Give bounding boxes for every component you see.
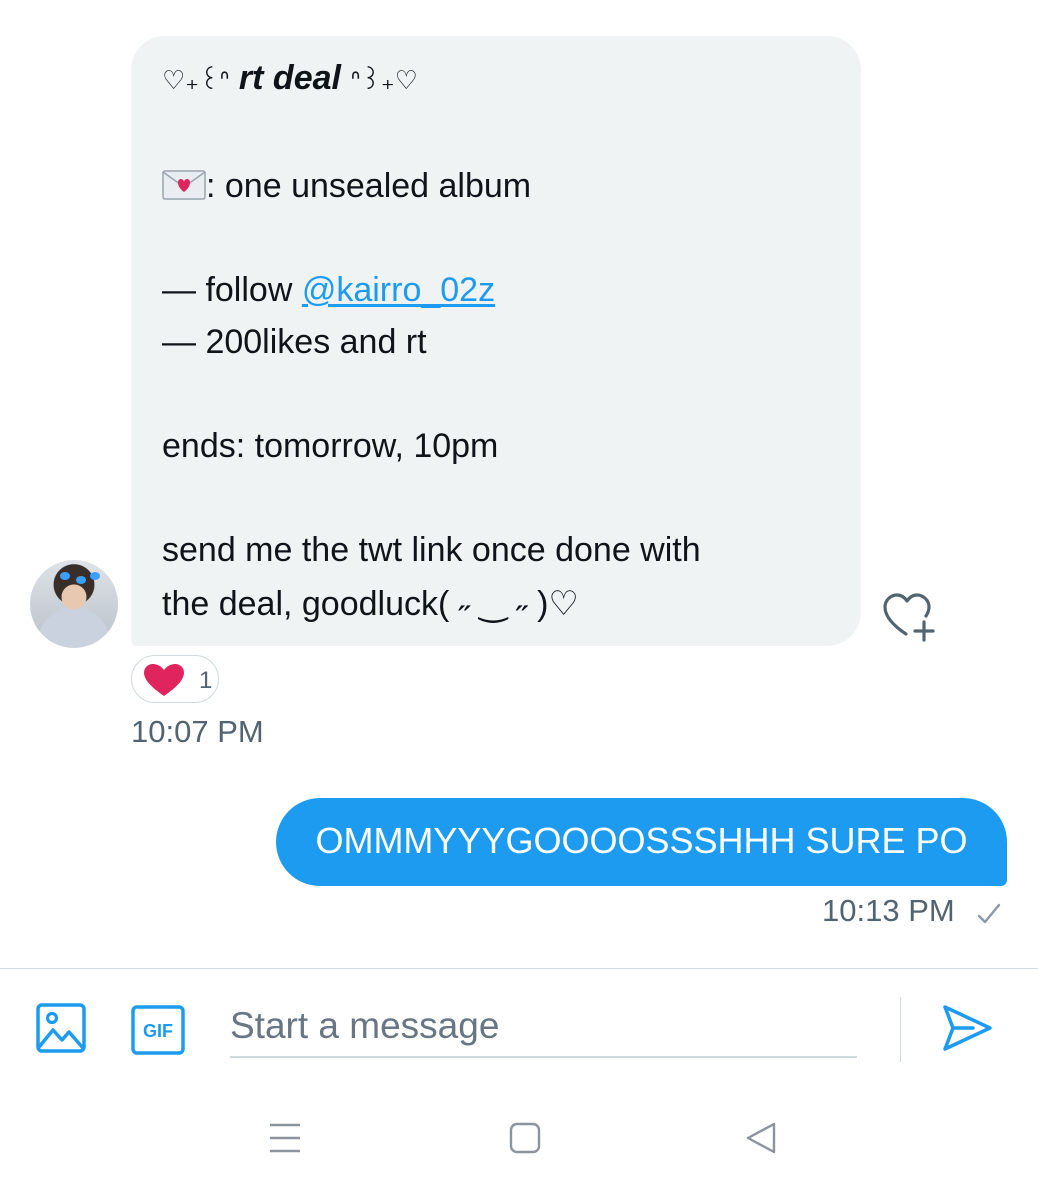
message-title: rt deal [238, 59, 341, 97]
message-title-line: ♡₊꒰ᐢ rt deal ᐢ꒱₊♡ [162, 58, 418, 101]
sent-check-icon [976, 902, 1002, 931]
nav-back-icon[interactable] [744, 1121, 778, 1160]
add-reaction-icon[interactable] [882, 592, 940, 644]
outgoing-message-bubble[interactable]: OMMMYYYGOOOOSSSHHH SURE PO [276, 798, 1007, 886]
message-input[interactable] [230, 996, 857, 1058]
gif-icon[interactable]: GIF [131, 1005, 185, 1060]
reaction-badge[interactable]: 1 [131, 655, 219, 703]
outgoing-timestamp: 10:13 PM [822, 893, 955, 928]
requirement-line: — 200likes and rt [162, 323, 427, 361]
follow-prefix: — follow [162, 271, 302, 309]
avatar[interactable] [30, 560, 118, 648]
composer-separator [900, 997, 901, 1062]
outgoing-message-text: OMMMYYYGOOOOSSSHHH SURE PO [315, 820, 968, 861]
nav-home-icon[interactable] [508, 1122, 542, 1159]
prize-line: : one unsealed album [162, 166, 531, 206]
image-icon[interactable] [36, 1003, 86, 1058]
closing-line-1: send me the twt link once done with [162, 531, 701, 569]
incoming-timestamp: 10:07 PM [131, 714, 264, 749]
mention-link[interactable]: @kairro_02z [302, 271, 495, 309]
follow-line: — follow @kairro_02z [162, 270, 495, 310]
love-letter-icon [162, 169, 206, 200]
title-prefix: ♡₊꒰ᐢ [162, 66, 230, 96]
send-icon[interactable] [940, 1003, 994, 1058]
ends-line: ends: tomorrow, 10pm [162, 427, 499, 465]
prize-text: : one unsealed album [206, 167, 532, 205]
composer-divider [0, 968, 1038, 969]
heart-reaction-icon [144, 664, 184, 696]
gif-label: GIF [143, 1021, 173, 1041]
title-suffix: ᐢ꒱₊♡ [350, 66, 418, 96]
nav-recents-icon[interactable] [268, 1122, 302, 1159]
reaction-count: 1 [199, 667, 213, 694]
closing-line-2: the deal, goodluck( ˶ ‿ ˶ )♡ [162, 585, 579, 623]
